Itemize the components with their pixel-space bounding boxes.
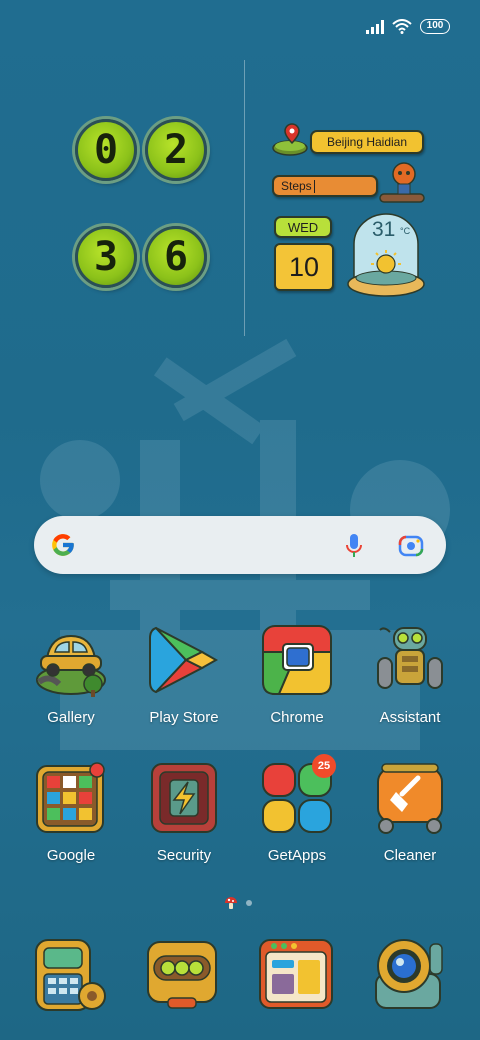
clock-minute-tens: 3 — [75, 226, 137, 288]
microphone-icon[interactable] — [344, 532, 364, 560]
location-label: Beijing Haidian — [310, 130, 424, 154]
app-label: Security — [156, 847, 212, 864]
signal-icon — [366, 19, 384, 34]
location-pin-icon — [272, 123, 308, 156]
app-label: GetApps — [267, 847, 327, 864]
notification-badge: 25 — [312, 754, 336, 778]
widget-divider — [244, 60, 245, 336]
app-google[interactable]: Google — [16, 760, 126, 864]
app-assistant[interactable]: Assistant — [355, 622, 465, 726]
app-label: Assistant — [379, 709, 441, 726]
app-label: Cleaner — [383, 847, 437, 864]
steps-label: Steps — [281, 179, 312, 193]
messages-icon[interactable] — [142, 934, 222, 1014]
app-cleaner[interactable]: Cleaner — [355, 760, 465, 864]
google-lens-icon[interactable] — [398, 533, 424, 557]
clock-hour-tens: 0 — [75, 119, 137, 181]
app-label: Gallery — [47, 709, 95, 726]
app-play-store[interactable]: Play Store — [129, 622, 239, 726]
steps-bar: Steps — [272, 175, 378, 197]
app-getapps[interactable]: 25 GetApps — [242, 754, 352, 864]
google-apps-folder-icon — [36, 762, 105, 833]
steps-caret — [313, 179, 315, 193]
wifi-icon — [392, 19, 412, 34]
app-label: Play Store — [149, 709, 219, 726]
broom-icon — [377, 763, 443, 834]
battery-indicator: 100 — [420, 19, 450, 34]
app-label: Google — [46, 847, 96, 864]
clock-widget[interactable]: 0 2 3 6 — [72, 116, 212, 288]
robot-icon — [377, 627, 443, 689]
status-bar: 100 — [0, 0, 480, 56]
mushroom-page-icon — [225, 897, 237, 909]
clock-minute-ones: 6 — [145, 226, 207, 288]
weekday-label: WED — [274, 216, 332, 238]
car-on-hill-icon — [36, 634, 106, 697]
google-logo-icon — [52, 534, 74, 556]
clock-hour-ones: 2 — [145, 119, 207, 181]
camera-icon[interactable] — [368, 934, 448, 1014]
chrome-icon — [262, 625, 332, 695]
treadmill-runner-icon — [379, 162, 425, 203]
browser-icon[interactable] — [256, 934, 336, 1014]
lightning-shield-icon — [151, 763, 217, 833]
temperature-value: 31 — [372, 218, 396, 241]
page-indicator[interactable] — [224, 896, 252, 910]
play-triangle-icon — [149, 626, 219, 694]
temperature-unit: °C — [400, 226, 411, 236]
phone-icon[interactable] — [30, 934, 110, 1014]
weather-widget[interactable]: 31 °C — [344, 212, 428, 300]
date-label: 10 — [274, 243, 334, 291]
search-input[interactable] — [90, 528, 360, 562]
app-chrome[interactable]: Chrome — [242, 622, 352, 726]
status-icons: 100 — [366, 19, 450, 34]
app-security[interactable]: Security — [129, 760, 239, 864]
app-label: Chrome — [270, 709, 324, 726]
page-dot[interactable] — [246, 900, 252, 906]
app-gallery[interactable]: Gallery — [16, 622, 126, 726]
google-search-bar[interactable] — [34, 516, 446, 574]
